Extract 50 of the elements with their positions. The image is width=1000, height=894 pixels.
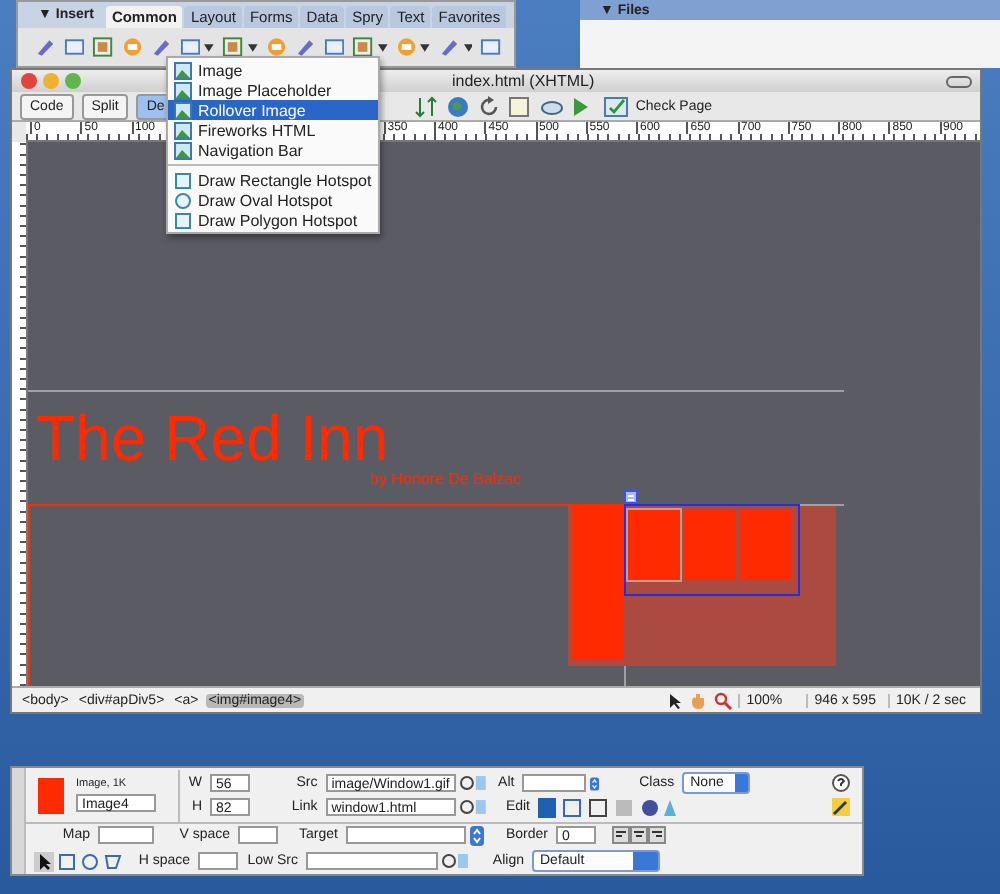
dropdown-arrow-icon[interactable] [470, 825, 484, 846]
picture-frame-icon [174, 141, 192, 159]
pointer-icon[interactable] [666, 691, 685, 709]
dropdown-arrow-icon[interactable] [590, 773, 600, 794]
v-space-field[interactable] [238, 826, 278, 845]
caret-icon[interactable] [463, 43, 473, 51]
map-field[interactable] [98, 826, 154, 845]
menu-item[interactable]: Draw Polygon Hotspot [168, 210, 378, 230]
point-to-file-icon[interactable] [442, 852, 468, 871]
menu-item[interactable]: Rollover Image [168, 100, 378, 120]
point-to-file-icon[interactable] [460, 774, 486, 793]
h-space-field[interactable] [198, 852, 238, 871]
pencil-icon[interactable] [832, 798, 850, 817]
caret-icon[interactable] [204, 43, 215, 51]
toolbar-toggle-icon[interactable] [946, 75, 972, 87]
caret-icon[interactable] [420, 43, 430, 51]
picture-frame-icon [174, 121, 192, 139]
help-icon[interactable] [832, 774, 850, 793]
refresh-icon[interactable] [477, 95, 500, 117]
edit-tools-icon[interactable] [538, 797, 678, 818]
hotspot-tools-icon[interactable] [34, 851, 122, 872]
pen-icon[interactable] [34, 36, 56, 58]
layer-handle-icon[interactable] [624, 490, 638, 504]
picture-frame-icon [174, 81, 192, 99]
alignment-icon[interactable] [612, 826, 668, 845]
image-thumbnail [38, 777, 64, 814]
zoom-icon[interactable] [714, 691, 733, 709]
menu-item[interactable]: Draw Rectangle Hotspot [168, 170, 378, 190]
sort-icon[interactable] [413, 95, 438, 117]
window-pane [740, 510, 792, 580]
checklist-icon [603, 95, 630, 117]
caret-icon[interactable] [377, 43, 388, 51]
menu-item[interactable]: Image [168, 60, 378, 80]
low-src-field[interactable] [306, 852, 438, 871]
window-pane [684, 510, 736, 580]
window-title: index.html (XHTML) [452, 72, 595, 90]
picture-frame-icon [174, 61, 192, 79]
point-to-file-icon[interactable] [460, 798, 486, 817]
page-heading: The Red Inn [36, 400, 389, 474]
picture-frame-icon [174, 101, 192, 119]
byline: by Honore De Balzac [370, 470, 522, 488]
menu-item[interactable]: Navigation Bar [168, 140, 378, 160]
caret-icon[interactable] [247, 43, 258, 51]
menu-item[interactable]: Fireworks HTML [168, 120, 378, 140]
alt-field[interactable] [522, 774, 587, 793]
target-field[interactable] [346, 826, 466, 845]
window-controls-icon[interactable] [20, 72, 84, 90]
menu-item[interactable]: Draw Oval Hotspot [168, 190, 378, 210]
panel-grip[interactable] [12, 768, 26, 874]
globe-icon[interactable] [445, 95, 470, 117]
